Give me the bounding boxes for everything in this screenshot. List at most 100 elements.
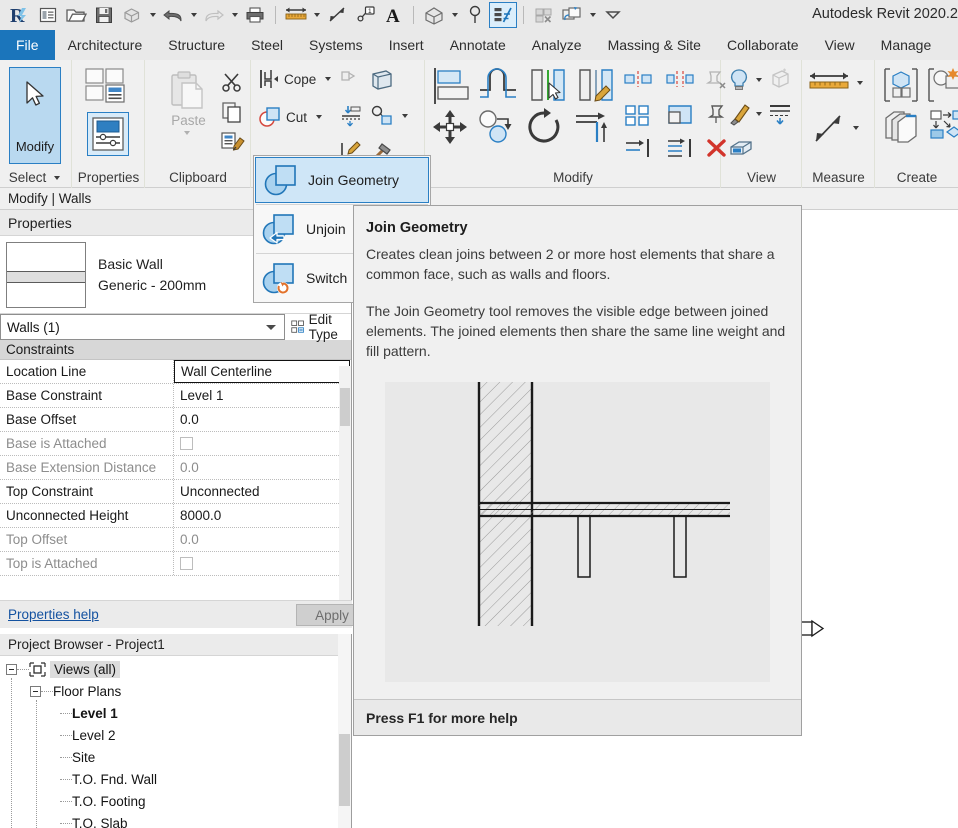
show-hidden-lines-button[interactable]: [768, 68, 792, 90]
tab-massing-and-site[interactable]: Massing & Site: [595, 30, 714, 60]
thin-lines-icon[interactable]: [489, 2, 517, 28]
cut-profile-button[interactable]: [338, 68, 362, 92]
parameter-row[interactable]: Location Line Wall Centerline: [0, 360, 351, 384]
scale-button[interactable]: [666, 104, 694, 126]
align-button[interactable]: [431, 66, 469, 106]
properties-scrollbar[interactable]: [339, 366, 351, 605]
paint-caret-icon[interactable]: [753, 112, 764, 116]
mirror-draw-axis-button[interactable]: [576, 66, 618, 106]
move-button[interactable]: [431, 108, 469, 146]
copy-button[interactable]: [476, 108, 516, 146]
edit-type-button[interactable]: Edit Type: [285, 314, 351, 340]
mirror-pick-axis-button[interactable]: [528, 66, 570, 106]
modify-button[interactable]: Modify: [9, 67, 61, 164]
measure-between-caret-icon[interactable]: [854, 81, 865, 85]
tree-node-to-fnd-wall[interactable]: T.O. Fnd. Wall: [0, 768, 351, 790]
split-with-gap-button[interactable]: [666, 70, 694, 88]
rotate-button[interactable]: [524, 108, 564, 146]
tag-icon[interactable]: 1: [351, 2, 379, 28]
parameter-row[interactable]: Base Constraint Level 1: [0, 384, 351, 408]
tree-node-to-slab[interactable]: T.O. Slab: [0, 812, 351, 828]
menu-item-join-geometry[interactable]: Join Geometry: [255, 157, 429, 203]
save-icon[interactable]: [90, 2, 118, 28]
measure-along-element-button[interactable]: [811, 110, 861, 146]
customize-qat-icon[interactable]: [599, 2, 627, 28]
cut-button[interactable]: Cut: [257, 105, 324, 129]
cope-button[interactable]: Cope: [257, 68, 333, 90]
tab-structure[interactable]: Structure: [155, 30, 238, 60]
properties-palette-button[interactable]: [87, 112, 129, 156]
reveal-hidden-caret-icon[interactable]: [753, 78, 764, 82]
parameter-value[interactable]: 8000.0: [174, 504, 351, 527]
type-properties-button[interactable]: [83, 66, 133, 110]
project-browser-scrollbar-thumb[interactable]: [339, 734, 350, 806]
align-left-button[interactable]: [624, 138, 652, 158]
redo-dropdown-caret-icon[interactable]: [228, 2, 241, 28]
export-icon[interactable]: [118, 2, 146, 28]
tree-node-level-2[interactable]: Level 2: [0, 724, 351, 746]
redo-icon[interactable]: [200, 2, 228, 28]
measure-along-caret-icon[interactable]: [850, 126, 861, 130]
linework-button[interactable]: [768, 102, 792, 126]
array-button[interactable]: [624, 104, 652, 126]
switch-windows-caret-icon[interactable]: [586, 2, 599, 28]
tab-analyze[interactable]: Analyze: [519, 30, 595, 60]
parameter-value[interactable]: Unconnected: [174, 480, 351, 503]
align-multiple-button[interactable]: [666, 138, 694, 158]
wall-joins-button[interactable]: [369, 68, 395, 92]
panel-expander-arrow-icon[interactable]: [801, 618, 825, 639]
create-similar-button[interactable]: [926, 66, 958, 104]
tab-manage[interactable]: Manage: [868, 30, 945, 60]
tree-node-to-footing[interactable]: T.O. Footing: [0, 790, 351, 812]
parameter-value[interactable]: Wall Centerline: [174, 360, 350, 383]
collapse-expand-icon[interactable]: [30, 686, 41, 697]
parameter-row[interactable]: Unconnected Height 8000.0: [0, 504, 351, 528]
view-dropdown-caret-icon[interactable]: [448, 2, 461, 28]
tab-view[interactable]: View: [812, 30, 868, 60]
open-icon[interactable]: [62, 2, 90, 28]
cope-dropdown-caret-icon[interactable]: [322, 77, 333, 81]
paste-button[interactable]: Paste: [156, 70, 218, 138]
paste-dropdown-caret-icon[interactable]: [182, 128, 193, 138]
tree-node-floor-plans[interactable]: Floor Plans: [0, 680, 351, 702]
text-icon[interactable]: A: [379, 2, 407, 28]
parameter-value[interactable]: 0.0: [174, 408, 351, 431]
cut-clipboard-button[interactable]: [220, 70, 244, 94]
offset-button[interactable]: [478, 66, 518, 106]
split-face-caret-icon[interactable]: [399, 114, 410, 118]
print-icon[interactable]: [241, 2, 269, 28]
tab-annotate[interactable]: Annotate: [437, 30, 519, 60]
tab-insert[interactable]: Insert: [376, 30, 437, 60]
beam-cutback-button[interactable]: [338, 104, 364, 128]
undo-dropdown-caret-icon[interactable]: [187, 2, 200, 28]
select-panel-caret-icon[interactable]: [51, 176, 62, 180]
undo-icon[interactable]: [159, 2, 187, 28]
project-browser-scrollbar[interactable]: [338, 634, 351, 828]
create-part-button[interactable]: [928, 108, 958, 146]
properties-help-link[interactable]: Properties help: [8, 607, 99, 622]
aligned-dimension-icon[interactable]: [323, 2, 351, 28]
collapse-expand-icon[interactable]: [6, 664, 17, 675]
properties-scrollbar-thumb[interactable]: [340, 388, 350, 426]
measure-icon[interactable]: [282, 2, 310, 28]
section-icon[interactable]: [461, 2, 489, 28]
parameter-row[interactable]: Base Offset 0.0: [0, 408, 351, 432]
close-hidden-windows-icon[interactable]: [530, 2, 558, 28]
paint-button[interactable]: [728, 102, 764, 126]
reveal-hidden-elements-button[interactable]: [728, 68, 764, 92]
default-3d-view-icon[interactable]: [420, 2, 448, 28]
tab-collaborate[interactable]: Collaborate: [714, 30, 812, 60]
tree-node-views-all[interactable]: Views (all): [0, 658, 351, 680]
split-face-button[interactable]: [369, 104, 410, 128]
measure-dropdown-caret-icon[interactable]: [310, 2, 323, 28]
view-gizmo-button[interactable]: [728, 136, 754, 158]
copy-clipboard-button[interactable]: [220, 100, 244, 124]
trim-extend-button[interactable]: [572, 108, 614, 146]
measure-between-references-button[interactable]: [807, 70, 865, 96]
match-type-properties-button[interactable]: [220, 130, 246, 154]
switch-windows-icon[interactable]: [558, 2, 586, 28]
cut-dropdown-caret-icon[interactable]: [313, 115, 324, 119]
create-group-button[interactable]: [882, 66, 920, 104]
revit-logo-icon[interactable]: R: [6, 2, 34, 28]
edit-group-button[interactable]: [882, 108, 922, 146]
